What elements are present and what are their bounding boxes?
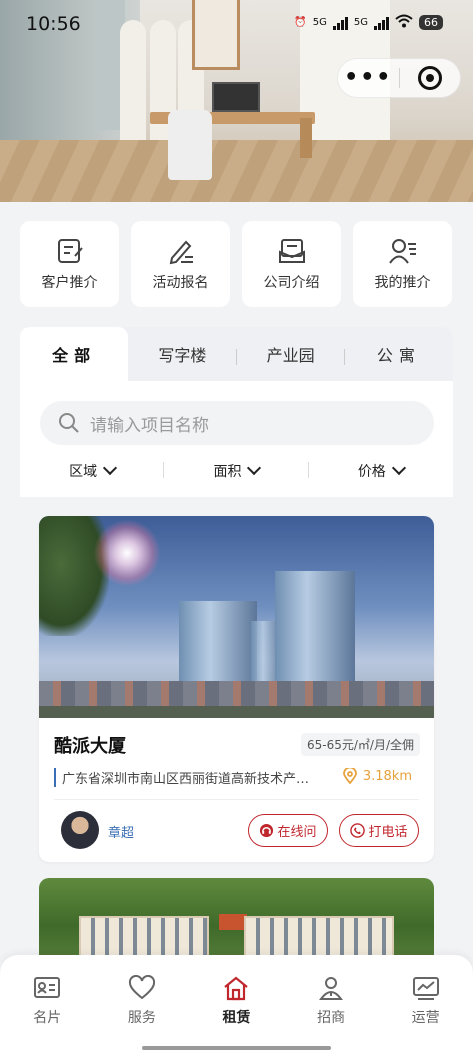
capsule-menu: ••• (337, 58, 461, 98)
quick-action-event-signup[interactable]: 活动报名 (131, 221, 230, 307)
tab-label: 产业园 (266, 346, 315, 365)
listing-card[interactable]: 酷派大厦 65-65元/㎡/月/全佣 广东省深圳市南山区西丽街道高新技术产业园 … (39, 516, 434, 862)
home-icon (224, 976, 249, 1001)
quick-action-my-referrals[interactable]: 我的推介 (353, 221, 452, 307)
search-placeholder: 请输入项目名称 (90, 415, 209, 436)
pen-signup-icon (169, 240, 193, 265)
tab-label: 租赁 (222, 1010, 251, 1026)
chevron-down-icon (247, 460, 262, 476)
chat-label: 在线问 (277, 825, 317, 840)
filter-label: 价格 (357, 464, 386, 480)
network-label: 5G (312, 17, 327, 28)
quick-action-customer-referral[interactable]: 客户推介 (20, 221, 119, 307)
tab-operations[interactable]: 运营 (378, 955, 473, 1052)
distance-value: 3.18km (362, 768, 412, 784)
tab-apartment[interactable]: 公寓 (345, 327, 453, 381)
wifi-icon (395, 14, 413, 31)
chart-icon (412, 977, 439, 1000)
status-time: 10:56 (26, 13, 81, 35)
tab-label: 服务 (127, 1010, 156, 1026)
status-bar: 10:56 ⏰ 5G 5G 66 (0, 0, 473, 48)
more-icon[interactable]: ••• (338, 67, 399, 89)
avatar (61, 811, 99, 849)
search-input[interactable]: 请输入项目名称 (40, 401, 434, 445)
mail-intro-icon (278, 239, 305, 263)
filter-label: 区域 (69, 464, 98, 480)
tab-industrial-park[interactable]: 产业园 (237, 327, 345, 381)
tab-all[interactable]: 全部 (20, 327, 129, 381)
tab-label: 名片 (33, 1010, 62, 1026)
quick-action-company-intro[interactable]: 公司介绍 (242, 221, 341, 307)
target-icon (417, 66, 442, 90)
listing-distance: 3.18km (342, 768, 412, 784)
location-pin-icon (342, 768, 357, 784)
chevron-down-icon (103, 460, 118, 476)
listing-price: 65-65元/㎡/月/全佣 (301, 733, 420, 756)
chat-online-button[interactable]: 在线问 (248, 814, 328, 847)
home-indicator (142, 1046, 331, 1050)
close-capsule-button[interactable] (399, 66, 460, 90)
edit-doc-icon (57, 239, 83, 263)
signal-icon (332, 16, 348, 30)
quick-action-label: 公司介绍 (263, 275, 320, 291)
quick-action-label: 客户推介 (41, 275, 98, 291)
listing-name: 酷派大厦 (54, 736, 126, 757)
heart-icon (128, 975, 155, 1000)
filter-label: 面积 (213, 464, 242, 480)
tab-business-card[interactable]: 名片 (0, 955, 95, 1052)
network-label-2: 5G (353, 17, 368, 28)
phone-icon (350, 823, 366, 838)
filter-region[interactable]: 区域 (20, 452, 165, 490)
call-button[interactable]: 打电话 (339, 814, 419, 847)
bottom-tab-bar: 名片 服务 租赁 招商 运营 (0, 955, 473, 1052)
filter-bar: 区域 面积 价格 (20, 452, 453, 490)
user-list-icon (388, 239, 416, 264)
signal-icon-2 (374, 16, 389, 30)
headset-icon (260, 823, 274, 838)
alarm-icon: ⏰ (294, 17, 307, 28)
tab-service[interactable]: 服务 (95, 955, 190, 1052)
listing-photo (39, 516, 434, 718)
tab-label: 公寓 (376, 346, 421, 365)
battery-icon: 66 (419, 15, 443, 30)
category-tabs: 全部 写字楼 产业园 公寓 (20, 327, 453, 381)
tab-rental[interactable]: 租赁 (189, 955, 284, 1052)
agent-name[interactable]: 章超 (108, 822, 134, 841)
tab-label: 运营 (411, 1010, 440, 1026)
tab-investment[interactable]: 招商 (284, 955, 379, 1052)
filter-price[interactable]: 价格 (309, 452, 453, 490)
person-icon (319, 977, 344, 1000)
tab-label: 全部 (52, 346, 97, 365)
search-icon (59, 413, 79, 433)
tab-label: 写字楼 (158, 346, 207, 365)
listing-address: 广东省深圳市南山区西丽街道高新技术产业园 (54, 768, 314, 787)
quick-action-label: 活动报名 (152, 275, 209, 291)
card-icon (34, 977, 61, 998)
tab-label: 招商 (317, 1010, 346, 1026)
filter-area[interactable]: 面积 (164, 452, 309, 490)
call-label: 打电话 (368, 825, 408, 840)
tab-office[interactable]: 写字楼 (128, 327, 237, 381)
chevron-down-icon (391, 460, 406, 476)
quick-action-label: 我的推介 (374, 275, 431, 291)
